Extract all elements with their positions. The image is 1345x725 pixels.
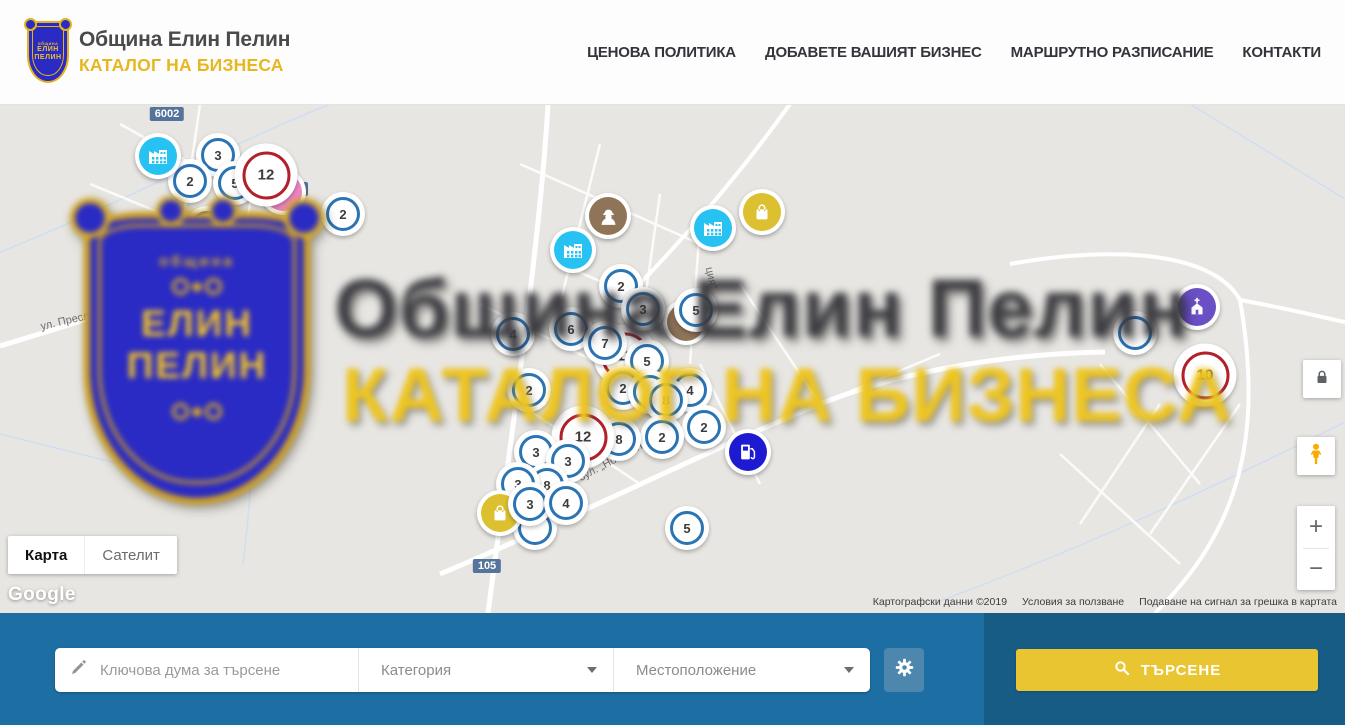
site-logo[interactable]: община ЕЛИН ПЕЛИН Община Елин Пелин КАТА…: [27, 21, 290, 83]
category-select[interactable]: Категория: [359, 648, 614, 692]
cluster-marker[interactable]: 2: [507, 368, 551, 412]
pin-marker-factory[interactable]: [135, 133, 181, 179]
main-nav: ЦЕНОВА ПОЛИТИКА ДОБАВЕТЕ ВАШИЯТ БИЗНЕС МАР…: [587, 0, 1321, 104]
location-select[interactable]: Местоположение: [614, 648, 870, 692]
map-marker-layer: 3251221323564752274822812338334510: [0, 104, 1345, 613]
municipality-crest-icon: община ЕЛИН ПЕЛИН: [27, 21, 69, 83]
factory-icon: [139, 137, 177, 175]
pencil-icon: [69, 658, 88, 682]
google-logo[interactable]: Google: [8, 584, 76, 606]
pegman-icon: [1304, 442, 1328, 471]
advanced-settings-button[interactable]: [884, 648, 924, 692]
site-subtitle: КАТАЛОГ НА БИЗНЕСА: [79, 55, 290, 76]
bag-icon: [743, 193, 781, 231]
cluster-marker[interactable]: 5: [674, 288, 718, 332]
chevron-down-icon: [844, 667, 854, 673]
search-bar: Категория Местоположение ТЪРСЕНЕ: [0, 613, 1345, 725]
attribution-link[interactable]: Условия за ползване: [1022, 596, 1124, 608]
nav-item-3[interactable]: МАРШРУТНО РАЗПИСАНИЕ: [1011, 44, 1214, 61]
site-title: Община Елин Пелин: [79, 28, 290, 52]
gear-icon: [894, 657, 915, 683]
nav-item-1[interactable]: ЦЕНОВА ПОЛИТИКА: [587, 44, 736, 61]
chevron-down-icon: [587, 667, 597, 673]
attribution-text: Картографски данни ©2019: [873, 596, 1007, 608]
pin-marker-church[interactable]: [1174, 284, 1220, 330]
pin-marker-fuel[interactable]: [725, 429, 771, 475]
cluster-marker[interactable]: 2: [640, 415, 684, 459]
zoom-control: + −: [1297, 506, 1335, 590]
lock-icon: [1313, 368, 1331, 391]
pegman-button[interactable]: [1297, 437, 1335, 475]
category-value: Категория: [381, 662, 451, 679]
factory-icon: [554, 231, 592, 269]
fuel-icon: [729, 433, 767, 471]
zoom-in-button[interactable]: +: [1297, 507, 1335, 548]
pin-marker-factory[interactable]: [550, 227, 596, 273]
map-type-control: Карта Сателит: [8, 536, 177, 574]
cluster-marker[interactable]: 4: [491, 312, 535, 356]
crest-line2: ПЕЛИН: [34, 54, 61, 62]
cluster-marker[interactable]: [1113, 311, 1157, 355]
nav-item-4[interactable]: КОНТАКТИ: [1242, 44, 1321, 61]
cluster-marker[interactable]: 12: [235, 144, 298, 207]
map-type-satellite-button[interactable]: Сателит: [84, 536, 177, 574]
search-box: Категория Местоположение: [55, 648, 870, 692]
cluster-marker[interactable]: 2: [682, 405, 726, 449]
search-icon: [1113, 659, 1131, 681]
cluster-marker[interactable]: 7: [583, 321, 627, 365]
cluster-marker[interactable]: 10: [1174, 344, 1237, 407]
search-button-label: ТЪРСЕНЕ: [1141, 662, 1222, 679]
pin-marker-factory[interactable]: [690, 205, 736, 251]
zoom-out-button[interactable]: −: [1297, 549, 1335, 590]
church-icon: [1178, 288, 1216, 326]
keyword-section: [55, 648, 359, 692]
cluster-marker[interactable]: 4: [544, 481, 588, 525]
cluster-marker[interactable]: 2: [321, 192, 365, 236]
header: община ЕЛИН ПЕЛИН Община Елин Пелин КАТА…: [0, 0, 1345, 105]
keyword-input[interactable]: [98, 661, 342, 680]
crest-line1: ЕЛИН: [37, 46, 59, 54]
pin-marker-bag[interactable]: [739, 189, 785, 235]
location-value: Местоположение: [636, 662, 756, 679]
nav-item-2[interactable]: ДОБАВЕТЕ ВАШИЯТ БИЗНЕС: [765, 44, 982, 61]
search-button[interactable]: ТЪРСЕНЕ: [1016, 649, 1318, 691]
map-type-map-button[interactable]: Карта: [8, 536, 84, 574]
cluster-marker[interactable]: 5: [665, 506, 709, 550]
map-attribution: Картографски данни ©2019 Условия за ползв…: [873, 596, 1337, 608]
factory-icon: [694, 209, 732, 247]
lock-button[interactable]: [1303, 360, 1341, 398]
map-canvas[interactable]: 6002105ул. Преславбул. „Новоселция“ 3251…: [0, 104, 1345, 613]
cluster-marker[interactable]: [185, 206, 229, 250]
attribution-link[interactable]: Подаване на сигнал за грешка в картата: [1139, 596, 1337, 608]
cluster-marker[interactable]: 3: [621, 287, 665, 331]
